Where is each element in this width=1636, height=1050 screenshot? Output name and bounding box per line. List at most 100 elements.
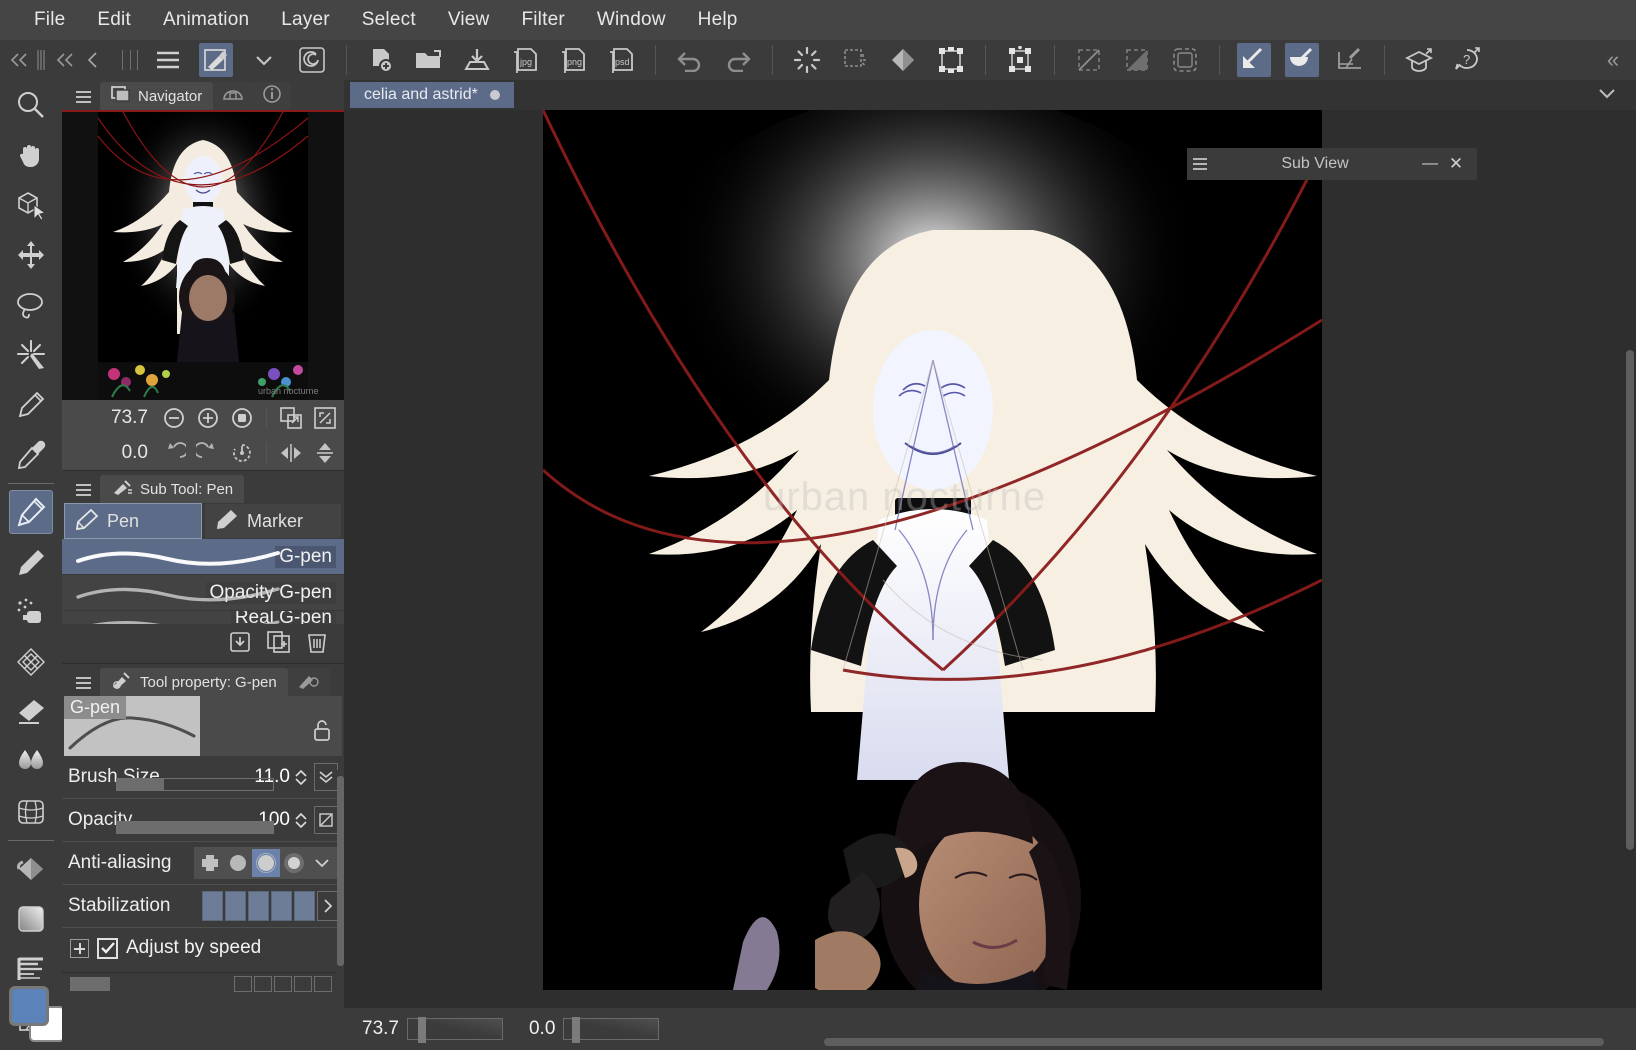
tool-pen[interactable] bbox=[0, 487, 62, 537]
chevron-down-icon[interactable] bbox=[247, 43, 281, 77]
sub-view-minimize-button[interactable]: — bbox=[1417, 155, 1443, 173]
navigator-menu-icon[interactable] bbox=[70, 84, 96, 110]
document-modified-dot[interactable] bbox=[489, 90, 500, 100]
extra-cell[interactable] bbox=[274, 976, 292, 992]
navigator-rotation-value[interactable]: 0.0 bbox=[92, 442, 148, 464]
info-tab[interactable] bbox=[253, 82, 292, 110]
full-screen-icon[interactable] bbox=[309, 403, 341, 433]
status-rotation-slider[interactable] bbox=[563, 1017, 660, 1043]
adjust-by-speed-row[interactable]: Adjust by speed bbox=[62, 928, 344, 968]
menu-item-edit[interactable]: Edit bbox=[81, 5, 147, 35]
menu-item-animation[interactable]: Animation bbox=[147, 5, 265, 35]
tool-property-menu-icon[interactable] bbox=[70, 670, 96, 696]
fill-selection-icon[interactable] bbox=[838, 43, 872, 77]
deselect-icon[interactable] bbox=[1072, 43, 1106, 77]
expand-chevrons-icon[interactable] bbox=[314, 763, 338, 791]
canvas-vertical-scrollbar[interactable] bbox=[1624, 140, 1636, 1050]
tool-auto-select[interactable] bbox=[0, 330, 62, 380]
stabilization-cell[interactable] bbox=[248, 891, 269, 921]
document-tab[interactable]: celia and astrid* bbox=[350, 82, 514, 108]
menu-item-view[interactable]: View bbox=[432, 5, 506, 35]
menu-item-window[interactable]: Window bbox=[581, 5, 682, 35]
menu-item-filter[interactable]: Filter bbox=[505, 5, 580, 35]
chevron-right-icon[interactable] bbox=[317, 891, 338, 921]
export-psd-icon[interactable]: psd bbox=[604, 43, 638, 77]
menu-item-file[interactable]: File bbox=[18, 5, 81, 35]
brush-size-stepper[interactable] bbox=[294, 768, 308, 786]
zoom-in-icon[interactable] bbox=[192, 403, 224, 433]
anti-aliasing-high[interactable] bbox=[280, 849, 308, 877]
extra-cell[interactable] bbox=[254, 976, 272, 992]
zoom-out-icon[interactable] bbox=[158, 403, 190, 433]
extra-cell[interactable] bbox=[294, 976, 312, 992]
expand-plus-icon[interactable] bbox=[70, 938, 89, 958]
sub-tool-group-marker[interactable]: Marker bbox=[204, 503, 342, 539]
flip-vertical-icon[interactable] bbox=[309, 438, 341, 468]
duplicate-subtool-icon[interactable] bbox=[266, 630, 292, 659]
opacity-slider[interactable] bbox=[116, 821, 274, 834]
status-zoom-field[interactable]: 73.7 bbox=[354, 1017, 503, 1043]
chevron-down-icon[interactable] bbox=[308, 849, 336, 877]
tool-eyedropper[interactable] bbox=[0, 430, 62, 480]
stabilization-cell[interactable] bbox=[202, 891, 223, 921]
new-file-icon[interactable] bbox=[364, 43, 398, 77]
tool-pencil[interactable] bbox=[0, 537, 62, 587]
brush-settings-tab[interactable] bbox=[287, 668, 330, 696]
unlock-icon[interactable] bbox=[312, 718, 332, 747]
canvas-horizontal-scrollbar[interactable] bbox=[824, 1038, 1604, 1046]
rotate-right-icon[interactable] bbox=[192, 438, 224, 468]
extra-slider[interactable] bbox=[70, 977, 110, 991]
tool-hand[interactable] bbox=[0, 130, 62, 180]
delete-subtool-icon[interactable] bbox=[306, 630, 328, 659]
navigator-preview[interactable]: urban nocturne bbox=[62, 110, 344, 400]
fit-window-icon[interactable] bbox=[275, 403, 307, 433]
redo-icon[interactable] bbox=[721, 43, 755, 77]
foreground-color-swatch[interactable] bbox=[9, 986, 49, 1026]
stabilization-row[interactable]: Stabilization bbox=[62, 885, 344, 928]
fill-icon[interactable] bbox=[886, 43, 920, 77]
perspective-ruler-icon[interactable] bbox=[1333, 43, 1367, 77]
opacity-row[interactable]: Opacity 100 bbox=[62, 799, 344, 842]
export-jpg-icon[interactable]: jpg bbox=[508, 43, 542, 77]
help-question-icon[interactable]: ? bbox=[1450, 43, 1484, 77]
sub-tool-item-g-pen[interactable]: G-pen bbox=[62, 539, 344, 575]
tool-blend[interactable] bbox=[0, 737, 62, 787]
tool-decoration[interactable] bbox=[0, 637, 62, 687]
open-file-icon[interactable] bbox=[412, 43, 446, 77]
canvas-viewport[interactable]: urban nocturne Sub View — ✕ bbox=[344, 110, 1636, 1050]
tool-property-tab[interactable]: Tool property: G-pen bbox=[100, 668, 288, 696]
ruler-curve-icon[interactable] bbox=[1285, 43, 1319, 77]
menu-item-select[interactable]: Select bbox=[346, 5, 432, 35]
subview-tab[interactable] bbox=[213, 82, 254, 110]
reset-rotation-icon[interactable] bbox=[226, 438, 258, 468]
sub-tool-menu-icon[interactable] bbox=[70, 477, 96, 503]
navigator-zoom-value[interactable]: 73.7 bbox=[92, 407, 148, 429]
stabilization-cells[interactable] bbox=[202, 891, 338, 921]
export-png-icon[interactable]: png bbox=[556, 43, 590, 77]
status-zoom-slider[interactable] bbox=[406, 1017, 503, 1043]
undo-icon[interactable] bbox=[673, 43, 707, 77]
flip-horizontal-icon[interactable] bbox=[275, 438, 307, 468]
tool-selection[interactable] bbox=[0, 280, 62, 330]
stabilization-cell[interactable] bbox=[294, 891, 315, 921]
quick-access-icon[interactable] bbox=[199, 43, 233, 77]
tool-fill-bucket[interactable] bbox=[0, 844, 62, 894]
tool-operation[interactable] bbox=[0, 180, 62, 230]
no-pressure-icon[interactable] bbox=[314, 806, 338, 834]
flip-horizontal-icon[interactable] bbox=[1237, 43, 1271, 77]
graduation-cap-icon[interactable] bbox=[1402, 43, 1436, 77]
select-border-icon[interactable] bbox=[1168, 43, 1202, 77]
transform-box-icon[interactable] bbox=[1003, 43, 1037, 77]
sub-view-menu-icon[interactable] bbox=[1187, 156, 1213, 172]
anti-aliasing-none[interactable] bbox=[196, 849, 224, 877]
status-rotation-field[interactable]: 0.0 bbox=[521, 1017, 660, 1043]
toolbar-grip[interactable] bbox=[122, 47, 138, 73]
left-dock-scrollbar[interactable] bbox=[337, 770, 344, 1050]
tool-move-layer[interactable] bbox=[0, 230, 62, 280]
stabilization-cell[interactable] bbox=[271, 891, 292, 921]
sub-tool-group-pen[interactable]: Pen bbox=[64, 503, 202, 539]
sub-tool-tab[interactable]: Sub Tool: Pen bbox=[100, 475, 245, 503]
chevron-down-icon[interactable] bbox=[1596, 86, 1618, 105]
swirl-icon[interactable] bbox=[295, 43, 329, 77]
extra-cell[interactable] bbox=[314, 976, 332, 992]
